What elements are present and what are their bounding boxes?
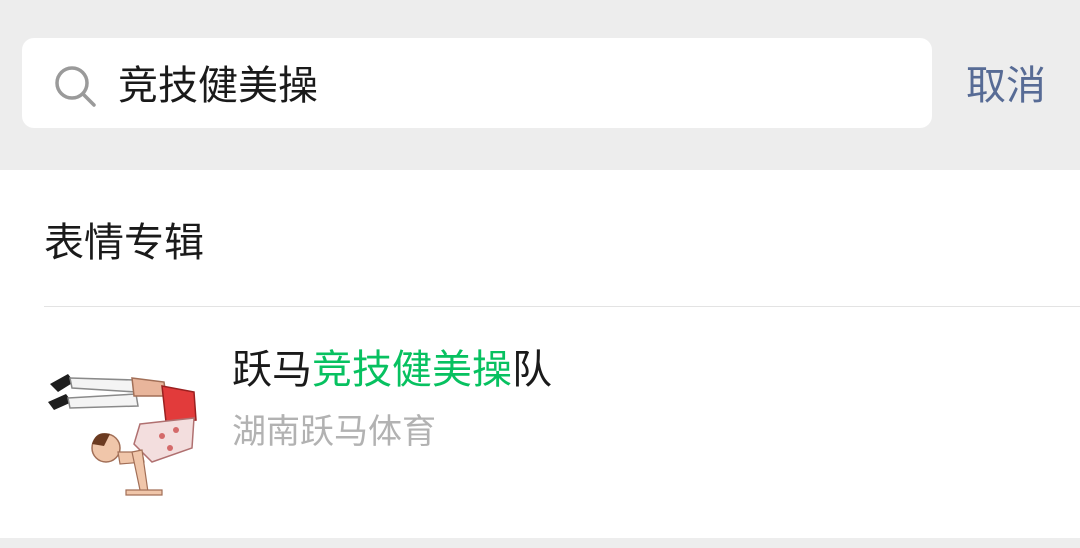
result-title-suffix: 队 bbox=[512, 347, 552, 393]
search-input[interactable] bbox=[118, 56, 898, 116]
section-title: 表情专辑 bbox=[44, 220, 204, 266]
result-title-highlight: 竞技健美操 bbox=[312, 347, 512, 393]
search-icon bbox=[55, 66, 96, 107]
cancel-button[interactable]: 取消 bbox=[966, 56, 1046, 116]
sticker-album-thumbnail[interactable] bbox=[44, 352, 204, 502]
result-subtitle: 湖南跃马体育 bbox=[232, 412, 436, 452]
divider bbox=[44, 306, 1080, 307]
result-title: 跃马竞技健美操队 bbox=[232, 340, 552, 400]
result-title-prefix: 跃马 bbox=[232, 347, 312, 393]
bottom-strip bbox=[0, 538, 1080, 548]
